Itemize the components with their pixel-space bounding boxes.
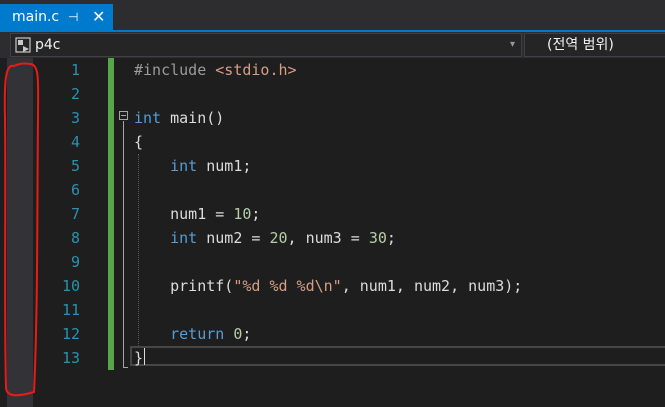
- line-number: 1: [70, 61, 80, 79]
- project-label: p4c: [35, 37, 61, 53]
- line-number: 11: [61, 301, 80, 319]
- code-token: 30: [368, 229, 387, 247]
- indent-guide: [138, 154, 139, 348]
- code-line[interactable]: int num1;: [134, 154, 251, 178]
- line-number: 3: [70, 109, 80, 127]
- outline-guide: [123, 121, 124, 367]
- code-token: int: [170, 157, 198, 175]
- code-token: num2 =: [197, 229, 270, 247]
- line-number: 2: [70, 85, 80, 103]
- line-number: 10: [61, 277, 80, 295]
- collapse-icon[interactable]: [119, 111, 128, 120]
- text-caret: [144, 348, 145, 365]
- code-token: #include: [134, 61, 216, 79]
- change-tracking-bar: [108, 58, 114, 370]
- tab-strip: main.c ⊣ ✕: [0, 0, 665, 30]
- line-number: 4: [70, 133, 80, 151]
- red-annotation-outline: [3, 62, 40, 397]
- code-token: return: [170, 325, 225, 343]
- scope-dropdown[interactable]: (전역 범위): [524, 33, 665, 57]
- code-token: ;: [386, 229, 396, 247]
- navigation-bar: p4c ▾ (전역 범위): [0, 32, 665, 59]
- code-token: "%d %d %d\n": [233, 277, 342, 295]
- code-line[interactable]: return 0;: [134, 322, 251, 346]
- code-line[interactable]: {: [134, 130, 143, 154]
- code-token: num1;: [197, 157, 252, 175]
- code-token: int: [134, 109, 162, 127]
- chevron-down-icon[interactable]: ▾: [510, 34, 515, 56]
- line-number: 6: [70, 181, 80, 199]
- code-line[interactable]: int main(): [134, 106, 224, 130]
- code-token: printf(: [134, 277, 234, 295]
- scope-label: (전역 범위): [547, 37, 614, 53]
- tab-main-c[interactable]: main.c ⊣ ✕: [0, 4, 113, 30]
- code-token: }: [134, 349, 144, 367]
- code-token: int: [170, 229, 198, 247]
- code-editor[interactable]: 1 2 3 4 5 6 7 8 9 10 11 12 13 #include <stdio.h> int …: [0, 58, 665, 407]
- pin-icon[interactable]: ⊣: [68, 4, 78, 30]
- tab-title: main.c: [12, 9, 60, 25]
- code-token: ;: [242, 325, 252, 343]
- line-number: 9: [70, 253, 80, 271]
- code-token: , num1, num2, num3);: [341, 277, 523, 295]
- code-line[interactable]: printf("%d %d %d\n", num1, num2, num3);: [134, 274, 522, 298]
- line-number: 7: [70, 205, 80, 223]
- project-dropdown[interactable]: p4c ▾: [10, 33, 522, 57]
- code-line[interactable]: }: [134, 346, 143, 370]
- code-token: num1 =: [134, 205, 234, 223]
- code-token: 20: [269, 229, 288, 247]
- close-icon[interactable]: ✕: [92, 4, 105, 30]
- code-token: ;: [251, 205, 261, 223]
- code-token: <stdio.h>: [215, 61, 297, 79]
- code-token: 10: [233, 205, 252, 223]
- outline-guide-end: [123, 367, 128, 368]
- cpp-project-icon: [15, 37, 31, 53]
- line-number: 8: [70, 229, 80, 247]
- code-token: , num3 =: [287, 229, 369, 247]
- code-token: {: [134, 133, 144, 151]
- code-token: main(): [161, 109, 225, 127]
- current-line-highlight: [130, 346, 665, 366]
- line-number: 5: [70, 157, 80, 175]
- code-line[interactable]: num1 = 10;: [134, 202, 260, 226]
- code-line[interactable]: #include <stdio.h>: [134, 58, 297, 82]
- code-line[interactable]: int num2 = 20, num3 = 30;: [134, 226, 396, 250]
- line-number: 12: [61, 325, 80, 343]
- line-number: 13: [61, 349, 80, 367]
